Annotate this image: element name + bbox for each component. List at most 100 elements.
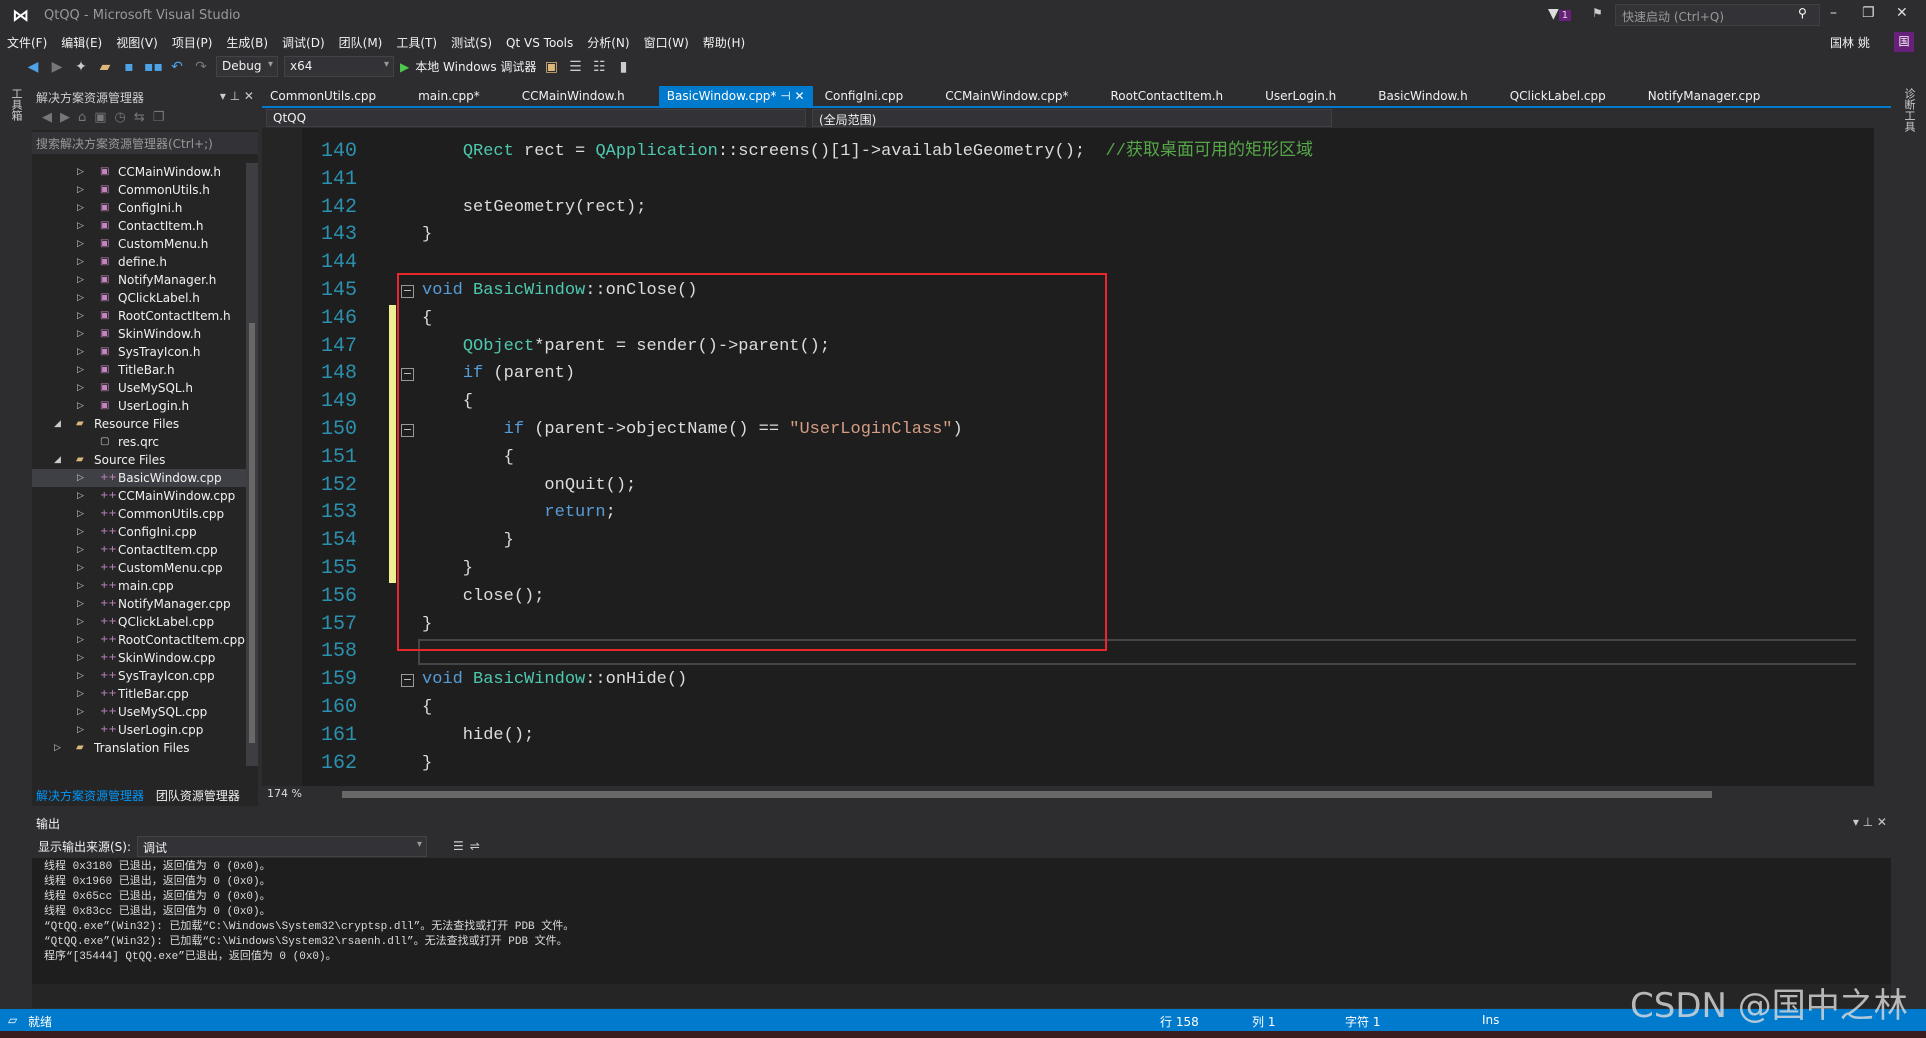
- tab-basicwindow-h[interactable]: BasicWindow.h: [1370, 86, 1475, 106]
- tree-item[interactable]: ▷ ++ UseMySQL.cpp: [32, 703, 246, 721]
- tab-main-cpp-[interactable]: main.cpp*: [410, 86, 488, 106]
- zoom-level[interactable]: 174 %: [264, 786, 322, 803]
- collapsed-arrow-icon[interactable]: ▷: [54, 739, 61, 757]
- tree-item[interactable]: ▷ ▣ SkinWindow.h: [32, 325, 246, 343]
- avatar[interactable]: 国: [1894, 32, 1914, 52]
- menu-item[interactable]: 窗口(W): [637, 31, 696, 54]
- tree-item[interactable]: ▷ ▰ Translation Files: [32, 739, 246, 757]
- close-button[interactable]: ✕: [1896, 5, 1908, 21]
- menu-item[interactable]: 调试(D): [275, 31, 332, 54]
- tab-qclicklabel-cpp[interactable]: QClickLabel.cpp: [1502, 86, 1614, 106]
- code-line[interactable]: }: [422, 221, 432, 249]
- diagnostic-tools-strip[interactable]: 诊断工具: [1891, 86, 1926, 1006]
- collapsed-arrow-icon[interactable]: ▷: [77, 613, 84, 631]
- tree-item[interactable]: ▷ ▣ QClickLabel.h: [32, 289, 246, 307]
- redo-icon[interactable]: ↷: [192, 59, 210, 75]
- code-line[interactable]: void BasicWindow::onHide(): [422, 666, 687, 694]
- toolbox-strip[interactable]: 工具箱: [0, 86, 31, 1006]
- tab-notifymanager-cpp[interactable]: NotifyManager.cpp: [1640, 86, 1769, 106]
- scroll-thumb[interactable]: [342, 791, 1712, 798]
- collapsed-arrow-icon[interactable]: ▷: [77, 559, 84, 577]
- collapsed-arrow-icon[interactable]: ▷: [77, 163, 84, 181]
- collapsed-arrow-icon[interactable]: ▷: [77, 721, 84, 739]
- collapsed-arrow-icon[interactable]: ▷: [77, 469, 84, 487]
- output-source-select[interactable]: 调试: [137, 835, 428, 857]
- menu-item[interactable]: Qt VS Tools: [499, 33, 580, 53]
- tree-item[interactable]: ▷ ▣ CustomMenu.h: [32, 235, 246, 253]
- tree-scrollbar[interactable]: [246, 163, 258, 766]
- collapsed-arrow-icon[interactable]: ▷: [77, 289, 84, 307]
- pin-icon[interactable]: ⊣: [776, 89, 794, 103]
- close-tab-icon[interactable]: ✕: [795, 89, 805, 103]
- collapsed-arrow-icon[interactable]: ▷: [77, 361, 84, 379]
- menu-item[interactable]: 视图(V): [109, 31, 165, 54]
- tree-item[interactable]: ▷ ▣ UseMySQL.h: [32, 379, 246, 397]
- tree-item[interactable]: ▢ res.qrc: [32, 433, 246, 451]
- tree-item[interactable]: ▷ ++ TitleBar.cpp: [32, 685, 246, 703]
- editor-horizontal-scrollbar[interactable]: 174 %: [262, 786, 1874, 803]
- tab-commonutils-cpp[interactable]: CommonUtils.cpp: [262, 86, 384, 106]
- save-icon[interactable]: ▪: [120, 59, 138, 75]
- toolbox-tab[interactable]: 工具箱: [8, 88, 24, 121]
- word-wrap-icon[interactable]: ⇌: [470, 839, 480, 853]
- filter-icon[interactable]: ▼ 1: [1548, 6, 1572, 22]
- quick-launch-input[interactable]: 快速启动 (Ctrl+Q): [1615, 4, 1820, 26]
- tab-solution-explorer[interactable]: 解决方案资源管理器: [32, 784, 148, 807]
- tab-basicwindow-cpp-[interactable]: BasicWindow.cpp* ⊣ ✕: [658, 86, 813, 106]
- tree-item[interactable]: ◢ ▰ Source Files: [32, 451, 246, 469]
- tab-team-explorer[interactable]: 团队资源管理器: [152, 784, 244, 807]
- collapsed-arrow-icon[interactable]: ▷: [77, 703, 84, 721]
- tree-item[interactable]: ▷ ▣ RootContactItem.h: [32, 307, 246, 325]
- menu-item[interactable]: 工具(T): [389, 31, 444, 54]
- tree-item[interactable]: ▷ ▣ TitleBar.h: [32, 361, 246, 379]
- feedback-icon[interactable]: ⚑: [1592, 6, 1603, 20]
- tree-item[interactable]: ▷ ++ ConfigIni.cpp: [32, 523, 246, 541]
- tree-item[interactable]: ▷ ++ RootContactItem.cpp: [32, 631, 246, 649]
- collapsed-arrow-icon[interactable]: ▷: [77, 523, 84, 541]
- tree-item[interactable]: ▷ ++ CustomMenu.cpp: [32, 559, 246, 577]
- restore-button[interactable]: ❐: [1862, 5, 1875, 21]
- tree-item[interactable]: ▷ ▣ SysTrayIcon.h: [32, 343, 246, 361]
- clear-all-icon[interactable]: ☰: [453, 839, 464, 853]
- code-editor[interactable]: 140 QRect rect = QApplication::screens()…: [262, 128, 1874, 786]
- code-line[interactable]: hide();: [422, 722, 534, 750]
- tree-item[interactable]: ▷ ++ SkinWindow.cpp: [32, 649, 246, 667]
- collapsed-arrow-icon[interactable]: ▷: [77, 217, 84, 235]
- tree-item[interactable]: ▷ ▣ ConfigIni.h: [32, 199, 246, 217]
- forward-icon[interactable]: ▶: [48, 59, 66, 75]
- menu-item[interactable]: 团队(M): [332, 31, 390, 54]
- menu-item[interactable]: 生成(B): [219, 31, 275, 54]
- platform-select[interactable]: x64: [284, 56, 394, 77]
- collapsed-arrow-icon[interactable]: ▷: [77, 271, 84, 289]
- collapsed-arrow-icon[interactable]: ▷: [77, 649, 84, 667]
- editor-vertical-scrollbar[interactable]: [1856, 128, 1874, 786]
- collapsed-arrow-icon[interactable]: ▷: [77, 631, 84, 649]
- tree-item[interactable]: ▷ ++ CCMainWindow.cpp: [32, 487, 246, 505]
- user-name[interactable]: 国林 姚: [1830, 34, 1870, 51]
- collapsed-arrow-icon[interactable]: ▷: [77, 505, 84, 523]
- tree-item[interactable]: ▷ ▣ define.h: [32, 253, 246, 271]
- expanded-arrow-icon[interactable]: ◢: [54, 451, 61, 469]
- tree-item[interactable]: ▷ ++ BasicWindow.cpp: [32, 469, 246, 487]
- start-debug-icon[interactable]: ▶: [400, 60, 409, 74]
- tab-configini-cpp[interactable]: ConfigIni.cpp: [817, 86, 912, 106]
- tree-item[interactable]: ▷ ++ CommonUtils.cpp: [32, 505, 246, 523]
- tree-item[interactable]: ▷ ++ NotifyManager.cpp: [32, 595, 246, 613]
- comment-icon[interactable]: ☷: [590, 59, 608, 75]
- menu-item[interactable]: 项目(P): [165, 31, 220, 54]
- collapsed-arrow-icon[interactable]: ▷: [77, 685, 84, 703]
- collapse-icon[interactable]: −: [401, 674, 414, 688]
- undo-icon[interactable]: ↶: [168, 59, 186, 75]
- expanded-arrow-icon[interactable]: ◢: [54, 415, 61, 433]
- tree-item[interactable]: ▷ ++ QClickLabel.cpp: [32, 613, 246, 631]
- tree-item[interactable]: ◢ ▰ Resource Files: [32, 415, 246, 433]
- find-icon[interactable]: ▣: [542, 59, 560, 75]
- code-line[interactable]: QRect rect = QApplication::screens()[1]-…: [422, 138, 1313, 166]
- tree-item[interactable]: ▷ ++ ContactItem.cpp: [32, 541, 246, 559]
- tab-userlogin-h[interactable]: UserLogin.h: [1257, 86, 1344, 106]
- collapsed-arrow-icon[interactable]: ▷: [77, 253, 84, 271]
- menu-item[interactable]: 分析(N): [580, 31, 636, 54]
- collapsed-arrow-icon[interactable]: ▷: [77, 541, 84, 559]
- code-line[interactable]: {: [422, 694, 432, 722]
- project-select[interactable]: QtQQ: [266, 109, 806, 127]
